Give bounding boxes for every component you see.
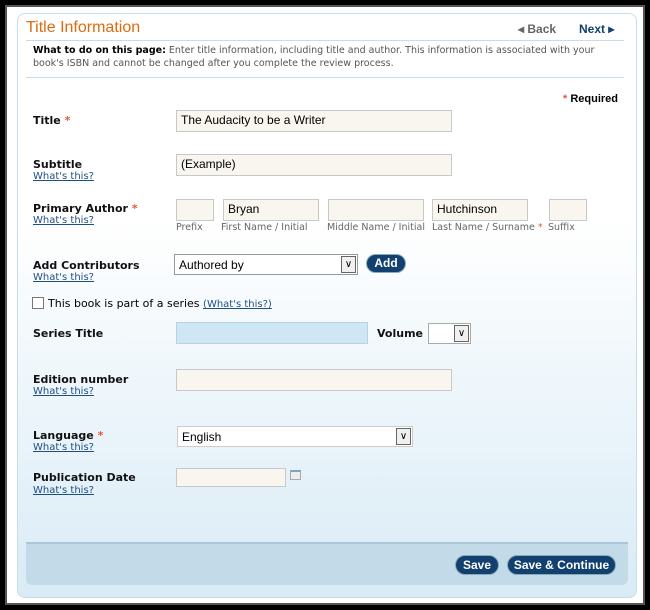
pub-date-input[interactable]	[176, 468, 286, 487]
series-checkbox-label: This book is part of a series (What's th…	[48, 297, 272, 310]
save-button[interactable]: Save	[455, 555, 499, 575]
language-label: Language *	[33, 429, 104, 442]
instructions: What to do on this page: Enter title inf…	[33, 45, 595, 69]
last-name-input[interactable]: Hutchinson	[432, 199, 528, 221]
divider	[26, 77, 624, 78]
subtitle-help-link[interactable]: What's this?	[33, 171, 94, 182]
last-name-sublabel: Last Name / Surname *	[432, 222, 543, 233]
contributors-label: Add Contributors	[33, 259, 140, 272]
title-input[interactable]: The Audacity to be a Writer	[176, 110, 452, 132]
series-checkbox[interactable]	[32, 297, 44, 309]
first-name-sublabel: First Name / Initial	[221, 222, 308, 233]
suffix-sublabel: Suffix	[548, 222, 575, 233]
chevron-down-icon: ∨	[454, 325, 469, 342]
first-name-input[interactable]: Bryan	[223, 199, 319, 221]
edition-input[interactable]	[176, 369, 452, 391]
prefix-sublabel: Prefix	[176, 222, 203, 233]
subtitle-input[interactable]: (Example)	[176, 154, 452, 176]
volume-select[interactable]: ∨	[428, 323, 471, 344]
divider	[26, 40, 624, 41]
language-select[interactable]: English ∨	[177, 426, 413, 447]
triangle-left-icon: ◂	[518, 22, 528, 36]
suffix-input[interactable]	[549, 199, 587, 221]
required-note: * Required	[562, 93, 618, 105]
author-help-link[interactable]: What's this?	[33, 215, 94, 226]
chevron-down-icon: ∨	[396, 428, 411, 445]
save-continue-button[interactable]: Save & Continue	[507, 555, 616, 575]
series-title-label: Series Title	[33, 327, 104, 340]
contributor-role-select[interactable]: Authored by ∨	[174, 254, 358, 275]
next-link[interactable]: Next ▸	[579, 22, 614, 36]
edition-help-link[interactable]: What's this?	[33, 386, 94, 397]
middle-name-sublabel: Middle Name / Initial	[327, 222, 425, 233]
add-contributor-button[interactable]: Add	[366, 254, 406, 273]
edition-label: Edition number	[33, 373, 129, 386]
primary-author-label: Primary Author *	[33, 202, 138, 215]
pub-date-label: Publication Date	[33, 471, 136, 484]
prefix-input[interactable]	[176, 199, 214, 221]
page-title: Title Information	[26, 19, 141, 36]
title-label: Title *	[33, 114, 71, 127]
series-title-input[interactable]	[176, 322, 368, 344]
middle-name-input[interactable]	[328, 199, 424, 221]
chevron-down-icon: ∨	[341, 256, 356, 273]
pub-date-help-link[interactable]: What's this?	[33, 485, 94, 496]
series-help-link[interactable]: (What's this?)	[203, 299, 272, 310]
language-help-link[interactable]: What's this?	[33, 442, 94, 453]
back-link[interactable]: ◂ Back	[518, 22, 556, 36]
contributors-help-link[interactable]: What's this?	[33, 272, 94, 283]
subtitle-label: Subtitle	[33, 158, 83, 171]
volume-label: Volume	[377, 327, 423, 340]
calendar-icon[interactable]	[290, 470, 301, 480]
triangle-right-icon: ▸	[605, 22, 615, 36]
